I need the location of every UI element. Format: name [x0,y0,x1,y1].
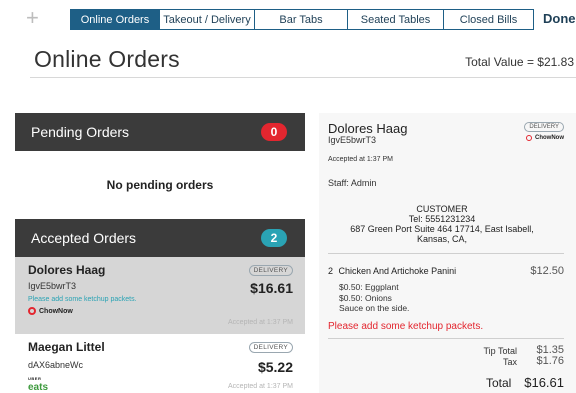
order-source-label: eats [28,382,49,393]
order-id: dAX6abneWc [28,360,84,370]
accepted-orders-title: Accepted Orders [31,230,137,246]
receipt-order-id: IgvE5bwrT3 [328,135,377,145]
receipt-divider [328,338,564,339]
item-modifier: $0.50: Onions [339,292,392,303]
pending-orders-title: Pending Orders [31,124,130,140]
receipt-source: ChowNow [526,135,564,141]
item-modifier: Sauce on the side. [339,303,410,313]
receipt-item: 2 Chicken And Artichoke Panini [328,266,456,276]
chownow-logo-icon [526,135,532,141]
add-order-button[interactable]: + [26,6,39,30]
item-name: Chicken And Artichoke Panini [338,266,457,276]
item-modifier: $0.50: Eggplant [339,282,399,292]
tax-amount: $1.76 [536,355,564,367]
receipt-source-label: ChowNow [535,135,564,141]
customer-label: CUSTOMER [416,204,468,214]
tab-takeout-delivery[interactable]: Takeout / Delivery [160,9,255,30]
delivery-badge: DELIVERY [248,265,293,276]
receipt-note: Please add some ketchup packets. [328,321,484,332]
tax-label: Tax [502,357,517,367]
order-card-dolores-haag[interactable]: Dolores Haag IgvE5bwrT3 Please add some … [15,257,305,334]
item-quantity: 2 [328,266,334,276]
tab-seated-tables[interactable]: Seated Tables [348,9,444,30]
order-price: $5.22 [257,359,293,375]
tab-bar-tabs[interactable]: Bar Tabs [255,9,348,30]
page-title: Online Orders [34,46,180,72]
receipt-customer-name: Dolores Haag [328,121,408,136]
receipt-delivery-badge: DELIVERY [524,122,564,132]
plus-icon: + [26,5,39,30]
ubereats-logo-top: UBER [28,376,42,381]
customer-address-line1: 687 Green Port Suite 464 17714, East Isa… [350,224,534,234]
order-source-label: ChowNow [39,307,73,315]
tab-closed-bills[interactable]: Closed Bills [444,9,534,30]
pending-orders-header[interactable]: Pending Orders 0 [15,113,305,151]
customer-tel: Tel: 5551231234 [408,214,476,224]
order-receipt-panel: Dolores Haag IgvE5bwrT3 DELIVERY ChowNow… [319,113,576,393]
order-note: Please add some ketchup packets. [28,296,137,303]
total-value: Total Value = $21.83 [465,55,574,69]
tip-total-label: Tip Total [483,346,517,356]
total-amount: $16.61 [524,375,564,390]
order-card-maegan-littel[interactable]: Maegan Littel dAX6abneWc UBER eats DELIV… [15,334,305,393]
customer-address-line2: Kansas, CA, [416,234,468,244]
chownow-logo-icon [28,307,36,315]
order-source: ChowNow [28,307,293,315]
delivery-badge: DELIVERY [248,342,293,353]
no-pending-message: No pending orders [15,151,305,219]
orders-list-panel: Pending Orders 0 No pending orders Accep… [15,113,305,393]
order-type-tabs: Online Orders Takeout / Delivery Bar Tab… [70,9,534,30]
order-accepted-time: Accepted at 1:37 PM [228,319,293,326]
receipt-divider [328,253,564,254]
order-accepted-time: Accepted at 1:37 PM [228,383,293,390]
receipt-customer-block: CUSTOMER Tel: 5551231234 687 Green Port … [319,204,565,244]
total-label: Total [486,376,512,390]
order-price: $16.61 [250,280,293,296]
pending-count-badge: 0 [261,123,287,141]
item-modifiers: $0.50: Eggplant $0.50: Onions Sauce on t… [339,282,409,314]
done-button[interactable]: Done [543,11,576,26]
receipt-accepted-time: Accepted at 1:37 PM [328,156,393,163]
item-price: $12.50 [530,265,564,277]
title-divider [30,77,576,78]
receipt-staff: Staff: Admin [328,178,377,188]
accepted-orders-header[interactable]: Accepted Orders 2 [15,219,305,257]
tab-online-orders[interactable]: Online Orders [70,9,160,30]
accepted-count-badge: 2 [261,229,287,247]
